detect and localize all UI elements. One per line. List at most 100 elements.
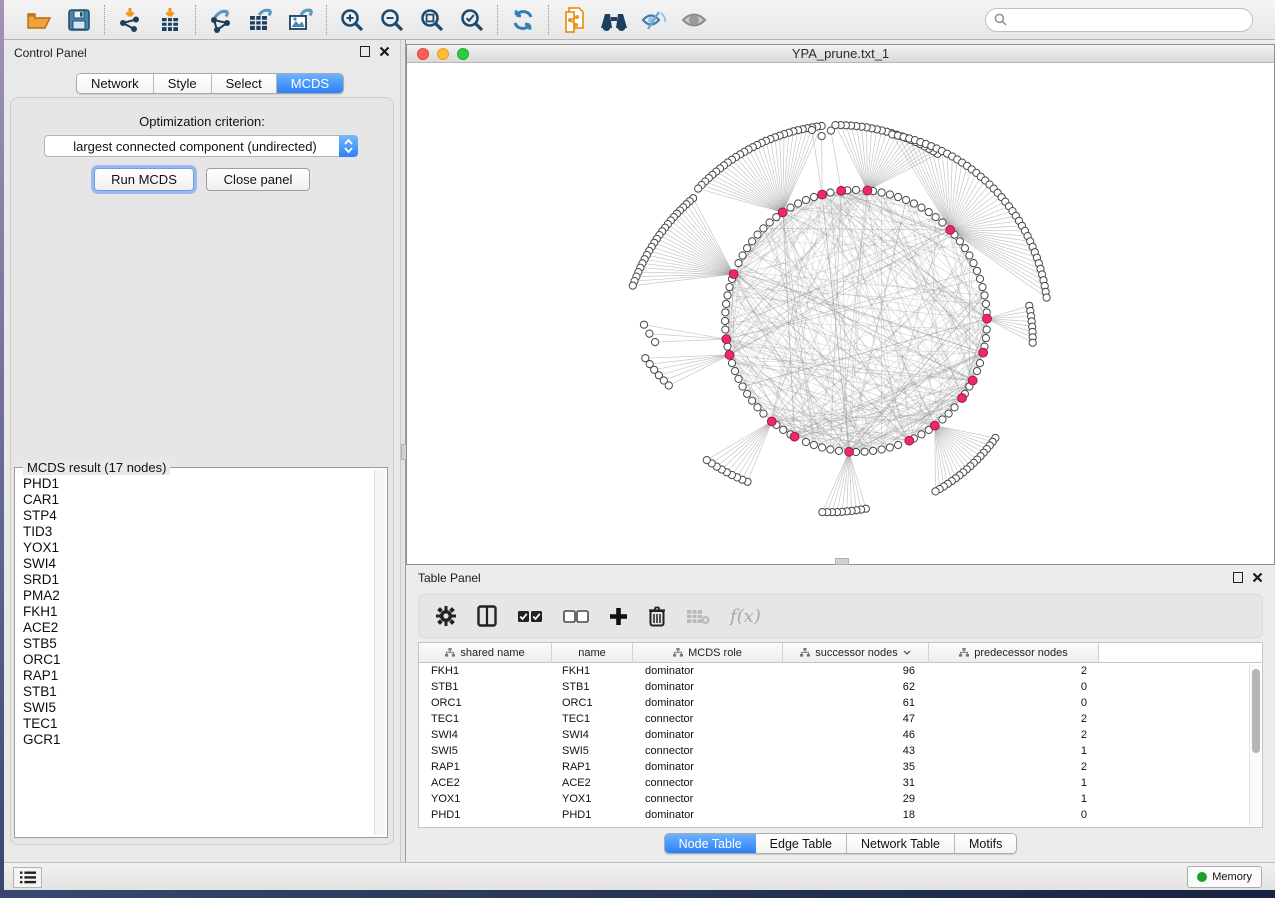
list-icon xyxy=(20,871,36,884)
add-column-button[interactable] xyxy=(609,601,628,631)
apply-function-button[interactable]: f(x) xyxy=(730,601,761,631)
table-row[interactable]: ACE2 ACE2 connector 31 1 xyxy=(419,775,1262,791)
list-item[interactable]: STB5 xyxy=(23,636,373,652)
list-item[interactable]: TEC1 xyxy=(23,716,373,732)
list-item[interactable]: GCR1 xyxy=(23,732,373,748)
select-all-icon xyxy=(517,610,543,623)
zoom-in-button[interactable] xyxy=(337,6,367,34)
shared-column-icon xyxy=(959,648,969,657)
hide-eye-icon xyxy=(640,8,668,32)
horizontal-splitter-handle[interactable] xyxy=(835,558,849,565)
float-panel-icon[interactable] xyxy=(360,46,370,57)
list-item[interactable]: YOX1 xyxy=(23,540,373,556)
run-mcds-button[interactable]: Run MCDS xyxy=(94,168,194,191)
list-item[interactable]: SRD1 xyxy=(23,572,373,588)
search-input[interactable] xyxy=(1012,13,1244,27)
import-network-button[interactable] xyxy=(115,6,145,34)
tab-select[interactable]: Select xyxy=(212,74,277,93)
column-header-predecessor-nodes[interactable]: predecessor nodes xyxy=(929,643,1099,662)
main-toolbar xyxy=(4,0,1275,40)
column-header-successor-nodes[interactable]: successor nodes xyxy=(783,643,929,662)
open-session-button[interactable] xyxy=(24,6,54,34)
table-row[interactable]: FKH1 FKH1 dominator 96 2 xyxy=(419,663,1262,679)
tab-network[interactable]: Network xyxy=(77,74,154,93)
table-row[interactable]: SWI5 SWI5 connector 43 1 xyxy=(419,743,1262,759)
control-panel-tabs: Network Style Select MCDS xyxy=(76,73,344,94)
list-item[interactable]: CAR1 xyxy=(23,492,373,508)
column-header-name[interactable]: name xyxy=(552,643,633,662)
table-row[interactable]: RAP1 RAP1 dominator 35 2 xyxy=(419,759,1262,775)
scrollbar-thumb[interactable] xyxy=(1252,669,1260,753)
import-network-icon xyxy=(117,7,143,33)
tab-mcds[interactable]: MCDS xyxy=(277,74,343,93)
criterion-selected-value: largest connected component (undirected) xyxy=(45,139,339,154)
list-item[interactable]: FKH1 xyxy=(23,604,373,620)
tab-network-table[interactable]: Network Table xyxy=(847,834,955,853)
list-item[interactable]: ORC1 xyxy=(23,652,373,668)
close-panel-icon[interactable] xyxy=(379,46,390,57)
zoom-fit-icon xyxy=(419,7,445,33)
close-panel-button[interactable]: Close panel xyxy=(206,168,310,191)
open-folder-icon xyxy=(26,8,52,32)
show-hidden-button[interactable] xyxy=(679,6,709,34)
table-row[interactable]: SWI4 SWI4 dominator 46 2 xyxy=(419,727,1262,743)
zoom-fit-button[interactable] xyxy=(417,6,447,34)
search-network-button[interactable] xyxy=(599,6,629,34)
tab-node-table[interactable]: Node Table xyxy=(665,834,756,853)
delete-column-button[interactable] xyxy=(648,601,666,631)
show-columns-button[interactable] xyxy=(477,601,497,631)
global-search xyxy=(985,8,1253,32)
network-graph[interactable] xyxy=(407,63,1274,564)
export-image-icon xyxy=(287,7,315,33)
table-settings-button[interactable] xyxy=(435,601,457,631)
tab-style[interactable]: Style xyxy=(154,74,212,93)
table-row[interactable]: YOX1 YOX1 connector 29 1 xyxy=(419,791,1262,807)
import-table-icon xyxy=(157,7,183,33)
network-view-window: YPA_prune.txt_1 xyxy=(406,44,1275,565)
save-session-button[interactable] xyxy=(64,6,94,34)
list-item[interactable]: STP4 xyxy=(23,508,373,524)
tab-motifs[interactable]: Motifs xyxy=(955,834,1016,853)
delete-table-button[interactable] xyxy=(686,601,710,631)
task-history-button[interactable] xyxy=(13,867,42,888)
export-image-button[interactable] xyxy=(286,6,316,34)
column-header-shared-name[interactable]: shared name xyxy=(419,643,552,662)
control-panel-header: Control Panel xyxy=(4,40,400,66)
shared-column-icon xyxy=(800,648,810,657)
list-item[interactable]: TID3 xyxy=(23,524,373,540)
zoom-selected-button[interactable] xyxy=(457,6,487,34)
list-item[interactable]: SWI4 xyxy=(23,556,373,572)
export-network-button[interactable] xyxy=(206,6,236,34)
list-item[interactable]: PHD1 xyxy=(23,476,373,492)
memory-button[interactable]: Memory xyxy=(1187,866,1262,888)
tab-edge-table[interactable]: Edge Table xyxy=(756,834,847,853)
export-table-button[interactable] xyxy=(246,6,276,34)
table-row[interactable]: TEC1 TEC1 connector 47 2 xyxy=(419,711,1262,727)
table-scrollbar[interactable] xyxy=(1249,664,1261,826)
list-item[interactable]: RAP1 xyxy=(23,668,373,684)
columns-icon xyxy=(477,605,497,627)
table-row[interactable]: STB1 STB1 dominator 62 0 xyxy=(419,679,1262,695)
list-item[interactable]: ACE2 xyxy=(23,620,373,636)
table-row[interactable]: ORC1 ORC1 dominator 61 0 xyxy=(419,695,1262,711)
list-item[interactable]: STB1 xyxy=(23,684,373,700)
list-item[interactable]: PMA2 xyxy=(23,588,373,604)
close-panel-icon[interactable] xyxy=(1252,572,1263,583)
mcds-result-list[interactable]: PHD1 CAR1 STP4 TID3 YOX1 SWI4 SRD1 PMA2 … xyxy=(18,476,373,834)
network-window-titlebar[interactable]: YPA_prune.txt_1 xyxy=(407,45,1274,63)
hide-selected-button[interactable] xyxy=(639,6,669,34)
select-all-rows-button[interactable] xyxy=(517,601,543,631)
table-row[interactable]: PHD1 PHD1 dominator 18 0 xyxy=(419,807,1262,823)
network-canvas[interactable] xyxy=(407,63,1274,564)
column-header-mcds-role[interactable]: MCDS role xyxy=(633,643,783,662)
apply-layout-button[interactable] xyxy=(508,6,538,34)
float-panel-icon[interactable] xyxy=(1233,572,1243,583)
deselect-all-rows-button[interactable] xyxy=(563,601,589,631)
zoom-out-button[interactable] xyxy=(377,6,407,34)
clone-network-button[interactable] xyxy=(559,6,589,34)
import-table-button[interactable] xyxy=(155,6,185,34)
mcds-list-scrollbar[interactable] xyxy=(374,470,385,835)
memory-status-icon xyxy=(1197,872,1207,882)
criterion-dropdown[interactable]: largest connected component (undirected) xyxy=(44,135,358,157)
list-item[interactable]: SWI5 xyxy=(23,700,373,716)
